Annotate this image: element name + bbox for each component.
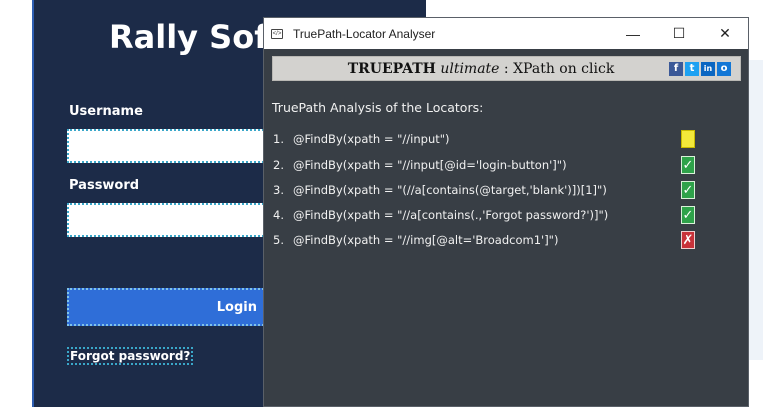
brand-title: Rally Soft	[109, 18, 284, 56]
warning-icon: ?	[681, 130, 695, 148]
locator-number: 2.	[273, 158, 284, 172]
twitter-icon[interactable]: t	[685, 61, 699, 76]
locator-row: 5. @FindBy(xpath = "//img[@alt='Broadcom1…	[273, 230, 713, 250]
truepath-banner: TRUEPATH ultimate : XPath on click f t i…	[272, 56, 741, 81]
banner-edition: ultimate	[440, 60, 500, 77]
banner-brand: TRUEPATH	[347, 60, 436, 77]
share-icons: f t in o	[669, 61, 731, 76]
locator-row: 2. @FindBy(xpath = "//input[@id='login-bu…	[273, 155, 713, 175]
banner-tagline: : XPath on click	[503, 60, 615, 77]
locator-row: 3. @FindBy(xpath = "(//a[contains(@target…	[273, 180, 713, 200]
minimize-button[interactable]: —	[610, 18, 656, 49]
locator-xpath[interactable]: @FindBy(xpath = "//input")	[293, 132, 713, 146]
window-title: TruePath-Locator Analyser	[293, 26, 436, 41]
pass-check-icon: ✓	[681, 181, 695, 199]
locator-xpath[interactable]: @FindBy(xpath = "//input[@id='login-butt…	[293, 158, 713, 172]
truepath-analyser-window: </> TruePath-Locator Analyser — ☐ ✕ TRUE…	[263, 17, 749, 407]
username-label: Username	[69, 104, 143, 119]
banner-text: TRUEPATH ultimate : XPath on click	[273, 61, 669, 77]
analysis-heading: TruePath Analysis of the Locators:	[272, 100, 484, 115]
fail-cross-icon: ✗	[681, 231, 695, 249]
locator-xpath[interactable]: @FindBy(xpath = "(//a[contains(@target,'…	[293, 183, 713, 197]
locator-number: 4.	[273, 208, 284, 222]
outlook-icon[interactable]: o	[717, 61, 731, 76]
background-edge	[748, 60, 763, 360]
close-button[interactable]: ✕	[702, 18, 748, 49]
pass-check-icon: ✓	[681, 206, 695, 224]
locator-number: 1.	[273, 132, 284, 146]
locator-number: 5.	[273, 233, 284, 247]
forgot-password-link[interactable]: Forgot password?	[67, 347, 194, 365]
maximize-button[interactable]: ☐	[656, 18, 702, 49]
password-label: Password	[69, 178, 140, 193]
pass-check-icon: ✓	[681, 156, 695, 174]
locator-row: 4. @FindBy(xpath = "//a[contains(.,'Forgo…	[273, 205, 713, 225]
locator-row: 1. @FindBy(xpath = "//input")	[273, 129, 713, 149]
linkedin-icon[interactable]: in	[701, 61, 715, 76]
locator-number: 3.	[273, 183, 284, 197]
locator-xpath[interactable]: @FindBy(xpath = "//img[@alt='Broadcom1']…	[293, 233, 713, 247]
locator-xpath[interactable]: @FindBy(xpath = "//a[contains(.,'Forgot …	[293, 208, 713, 222]
app-icon: </>	[271, 28, 283, 39]
title-bar[interactable]: </> TruePath-Locator Analyser — ☐ ✕	[264, 18, 748, 49]
facebook-icon[interactable]: f	[669, 61, 683, 76]
